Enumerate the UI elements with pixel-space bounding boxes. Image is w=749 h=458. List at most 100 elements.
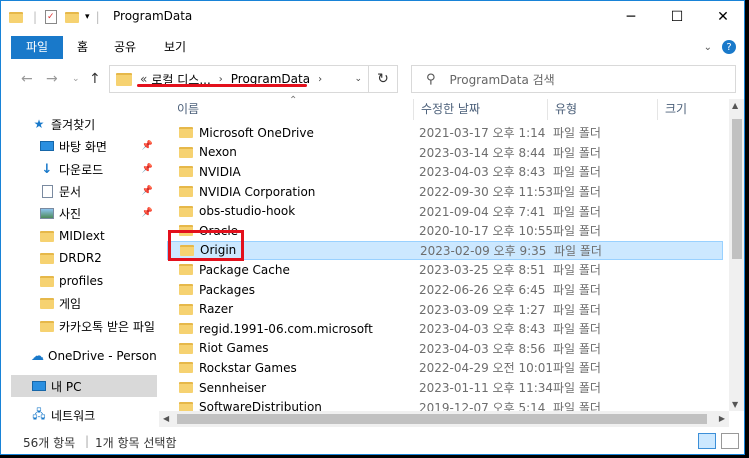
file-row[interactable]: Packages 2022-06-26 오후 6:45 파일 폴더 [167,280,723,300]
file-row[interactable]: Rockstar Games 2022-04-29 오전 10:01 파일 폴더 [167,358,723,378]
vertical-scrollbar[interactable]: ▲ ▼ [729,99,744,411]
file-date: 2023-03-14 오후 8:44 [419,145,546,160]
folder-icon [179,284,193,296]
chevron-right-icon[interactable]: › [318,74,322,85]
tab-share[interactable]: 공유 [102,36,148,59]
nav-item-desktop[interactable]: 바탕 화면 📌 [39,135,157,157]
file-date: 2021-03-17 오후 1:14 [419,126,546,141]
file-row[interactable]: Razer 2023-03-09 오후 1:27 파일 폴더 [167,299,723,319]
picture-icon [39,207,55,219]
new-folder-icon[interactable] [65,11,80,23]
tab-view[interactable]: 보기 [152,36,198,59]
folder-icon [179,205,193,217]
file-date: 2022-06-26 오후 6:45 [419,283,546,298]
maximize-button[interactable]: ☐ [654,1,700,33]
properties-icon[interactable]: ✓ [45,10,58,24]
file-type: 파일 폴더 [553,126,601,141]
nav-item-downloads[interactable]: ↓ 다운로드 📌 [39,158,157,180]
annotation-underline [137,84,307,87]
scroll-right-icon[interactable]: ▶ [719,414,725,423]
scroll-down-icon[interactable]: ▼ [732,400,738,409]
large-icons-view-icon[interactable] [721,433,739,449]
download-icon: ↓ [41,161,53,177]
file-type: 파일 폴더 [553,224,601,239]
nav-item-midiext[interactable]: MIDIext [39,225,157,247]
ribbon: 파일 홈 공유 보기 ⌄ ? [1,33,744,59]
file-row[interactable]: Nexon 2023-03-14 오후 8:44 파일 폴더 [167,143,723,163]
details-view-icon[interactable] [698,433,716,449]
file-name: obs-studio-hook [199,204,296,219]
file-name: Microsoft OneDrive [199,125,314,140]
desktop-icon [39,141,55,151]
recent-locations-icon[interactable]: ⌄ [72,74,80,84]
folder-icon [179,127,193,139]
file-name: Sennheiser [199,380,267,395]
explorer-window: | ✓ ▾ | ProgramData ─ ☐ ✕ 파일 홈 공유 보기 ⌄ ?… [0,0,745,455]
status-bar: 56개 항목 | 1개 항목 선택함 [1,429,744,454]
file-row[interactable]: Origin 2023-02-09 오후 9:35 파일 폴더 [167,240,723,261]
quick-access-toolbar: | ✓ ▾ | [9,10,100,24]
up-icon[interactable]: ↑ [89,71,101,87]
tab-file[interactable]: 파일 [11,36,63,59]
minimize-button[interactable]: ─ [608,1,654,33]
folder-icon [40,320,54,332]
nav-item-documents[interactable]: 문서 📌 [39,180,157,202]
file-row[interactable]: NVIDIA 2023-04-03 오후 8:43 파일 폴더 [167,162,723,182]
nav-item-games[interactable]: 게임 [39,292,157,314]
folder-icon [179,323,193,335]
column-header-date[interactable]: 수정한 날짜 [417,99,547,120]
nav-onedrive[interactable]: ☁ OneDrive - Personal [31,345,157,367]
nav-network[interactable]: 🖧 네트워크 [31,404,157,426]
file-date: 2023-04-03 오후 8:43 [419,322,546,337]
nav-item-pictures[interactable]: 사진 📌 [39,202,157,224]
nav-this-pc[interactable]: 내 PC [11,375,157,397]
address-bar[interactable]: « 로컬 디스... › ProgramData › ⌄ [109,65,369,93]
nav-item-kakaotalk[interactable]: 카카오톡 받은 파일 [39,315,157,337]
file-row[interactable]: NVIDIA Corporation 2022-09-30 오후 11:53 파일 … [167,182,723,202]
expand-ribbon-icon[interactable]: ⌄ [704,42,712,53]
address-dropdown-icon[interactable]: ⌄ [354,74,362,84]
folder-icon [179,264,193,276]
nav-item-profiles[interactable]: profiles [39,270,157,292]
horizontal-scrollbar[interactable]: ◀ ▶ [159,411,729,427]
scroll-left-icon[interactable]: ◀ [163,414,169,423]
document-icon [39,184,55,198]
back-icon[interactable]: ← [21,71,33,87]
file-list: 이름 ⌃ 수정한 날짜 유형 크기 Microsoft OneDrive 2021… [159,95,729,415]
folder-icon [40,230,54,242]
nav-quick-access[interactable]: ★ 즐겨찾기 [31,113,157,135]
file-row[interactable]: obs-studio-hook 2021-09-04 오후 7:41 파일 폴더 [167,201,723,221]
file-date: 2022-09-30 오후 11:53 [419,185,554,200]
computer-icon [31,381,47,391]
close-button[interactable]: ✕ [700,1,744,33]
file-date: 2023-04-03 오후 8:56 [419,341,546,356]
hscroll-thumb[interactable] [177,414,707,424]
folder-icon [40,252,54,264]
file-type: 파일 폴더 [553,302,601,317]
help-icon[interactable]: ? [722,40,736,54]
file-row[interactable]: Oracle 2020-10-17 오후 10:55 파일 폴더 [167,221,723,241]
file-name: NVIDIA [199,164,241,179]
file-row[interactable]: Sennheiser 2023-01-11 오후 11:34 파일 폴더 [167,378,723,398]
file-row[interactable]: Package Cache 2023-03-25 오후 8:51 파일 폴더 [167,260,723,280]
pin-icon: 📌 [141,186,153,196]
forward-icon[interactable]: → [46,71,58,87]
nav-item-drdr2[interactable]: DRDR2 [39,247,157,269]
folder-icon [179,342,193,354]
file-row[interactable]: Microsoft OneDrive 2021-03-17 오후 1:14 파일 폴… [167,123,723,143]
search-input[interactable]: ⚲ ProgramData 검색 [411,65,736,93]
refresh-button[interactable]: ↻ [369,65,398,93]
folder-icon [40,297,54,309]
file-type: 파일 폴더 [553,185,601,200]
column-header-size[interactable]: 크기 [661,99,721,120]
customize-toolbar-icon[interactable]: ▾ [85,12,90,22]
chevron-right-icon[interactable]: › [219,74,223,85]
tab-home[interactable]: 홈 [65,36,100,59]
file-row[interactable]: Riot Games 2023-04-03 오후 8:56 파일 폴더 [167,339,723,359]
scroll-thumb[interactable] [732,119,742,259]
scroll-up-icon[interactable]: ▲ [732,101,738,110]
file-date: 2020-10-17 오후 10:55 [419,224,554,239]
file-type: 파일 폴더 [553,381,601,396]
column-header-type[interactable]: 유형 [551,99,651,120]
file-row[interactable]: regid.1991-06.com.microsoft 2023-04-03 오후… [167,319,723,339]
